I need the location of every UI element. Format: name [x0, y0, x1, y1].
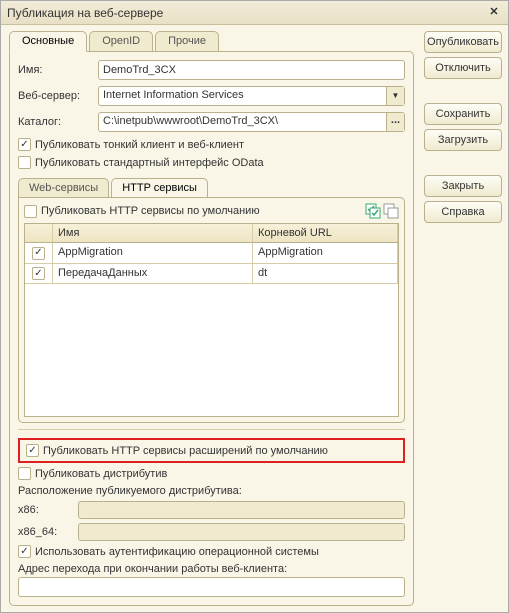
label-os-auth: Использовать аутентификацию операционной…	[35, 546, 319, 558]
label-addr: Адрес перехода при окончании работы веб-…	[18, 563, 405, 575]
cell-root: dt	[253, 264, 398, 284]
sub-tab-http[interactable]: HTTP сервисы	[111, 178, 208, 198]
left-panel: Основные OpenID Прочие Имя: Веб-сервер: …	[1, 25, 422, 612]
label-x86-64: x86_64:	[18, 526, 74, 538]
chevron-down-icon[interactable]: ▼	[386, 87, 404, 105]
label-dist-location: Расположение публикуемого дистрибутива:	[18, 485, 405, 497]
input-name[interactable]	[98, 60, 405, 80]
checkbox-http-ext-default[interactable]: ✓	[26, 444, 39, 457]
label-name: Имя:	[18, 64, 98, 76]
row-x86: x86:	[18, 501, 405, 519]
disable-button[interactable]: Отключить	[424, 57, 502, 79]
row-checkbox[interactable]: ✓	[32, 247, 45, 260]
label-distrib: Публиковать дистрибутив	[35, 468, 167, 480]
row-os-auth: ✓ Использовать аутентификацию операционн…	[18, 545, 405, 558]
close-button[interactable]: Закрыть	[424, 175, 502, 197]
checkbox-thin-client[interactable]: ✓	[18, 138, 31, 151]
load-button[interactable]: Загрузить	[424, 129, 502, 151]
row-name: Имя:	[18, 60, 405, 80]
cell-name: AppMigration	[53, 243, 253, 263]
cell-name: ПередачаДанных	[53, 264, 253, 284]
publish-button[interactable]: Опубликовать	[424, 31, 502, 53]
row-webserver: Веб-сервер: Internet Information Service…	[18, 86, 405, 106]
row-odata: Публиковать стандартный интерфейс OData	[18, 156, 405, 169]
checkbox-http-default[interactable]	[24, 205, 37, 218]
label-catalog: Каталог:	[18, 116, 98, 128]
check-all-icon[interactable]	[365, 203, 381, 219]
tab-other[interactable]: Прочие	[155, 31, 219, 51]
checkbox-odata[interactable]	[18, 156, 31, 169]
window-title: Публикация на веб-сервере	[7, 6, 486, 20]
browse-icon[interactable]: ...	[386, 113, 404, 131]
label-thin-client: Публиковать тонкий клиент и веб-клиент	[35, 139, 244, 151]
cell-root: AppMigration	[253, 243, 398, 263]
sub-panel-http: Публиковать HTTP сервисы по умолчанию Им…	[18, 197, 405, 423]
input-catalog[interactable]: C:\inetpub\wwwroot\DemoTrd_3CX\ ...	[98, 112, 405, 132]
table-body: ✓ AppMigration AppMigration ✓ ПередачаДа…	[25, 243, 398, 416]
label-http-default: Публиковать HTTP сервисы по умолчанию	[41, 205, 260, 217]
row-checkbox[interactable]: ✓	[32, 267, 45, 280]
table-row[interactable]: ✓ AppMigration AppMigration	[25, 243, 398, 264]
label-odata: Публиковать стандартный интерфейс OData	[35, 157, 264, 169]
th-check	[25, 224, 53, 242]
tab-main[interactable]: Основные	[9, 31, 87, 52]
checkbox-os-auth[interactable]: ✓	[18, 545, 31, 558]
row-catalog: Каталог: C:\inetpub\wwwroot\DemoTrd_3CX\…	[18, 112, 405, 132]
table-row[interactable]: ✓ ПередачаДанных dt	[25, 264, 398, 285]
label-http-ext-default: Публиковать HTTP сервисы расширений по у…	[43, 445, 328, 457]
checkbox-distrib[interactable]	[18, 467, 31, 480]
close-icon[interactable]: ✕	[486, 5, 502, 21]
tab-openid[interactable]: OpenID	[89, 31, 153, 51]
main-area: Основные OpenID Прочие Имя: Веб-сервер: …	[1, 25, 508, 612]
sub-tabs: Web-сервисы HTTP сервисы	[18, 178, 405, 197]
row-thin-client: ✓ Публиковать тонкий клиент и веб-клиент	[18, 138, 405, 151]
title-bar: Публикация на веб-сервере ✕	[1, 1, 508, 25]
input-catalog-value: C:\inetpub\wwwroot\DemoTrd_3CX\	[99, 113, 386, 131]
input-x86[interactable]	[78, 501, 405, 519]
http-toolbar: Публиковать HTTP сервисы по умолчанию	[24, 203, 399, 219]
highlight-ext-http: ✓ Публиковать HTTP сервисы расширений по…	[18, 438, 405, 463]
row-x86-64: x86_64:	[18, 523, 405, 541]
uncheck-all-icon[interactable]	[383, 203, 399, 219]
row-distrib: Публиковать дистрибутив	[18, 467, 405, 480]
sub-tab-ws[interactable]: Web-сервисы	[18, 178, 109, 197]
combo-webserver[interactable]: Internet Information Services ▼	[98, 86, 405, 106]
label-webserver: Веб-сервер:	[18, 90, 98, 102]
help-button[interactable]: Справка	[424, 201, 502, 223]
input-addr[interactable]	[18, 577, 405, 597]
table-header: Имя Корневой URL	[25, 224, 398, 243]
label-x86: x86:	[18, 504, 74, 516]
main-tabs: Основные OpenID Прочие	[9, 31, 414, 51]
input-x86-64[interactable]	[78, 523, 405, 541]
save-button[interactable]: Сохранить	[424, 103, 502, 125]
http-services-table: Имя Корневой URL ✓ AppMigration AppMigra…	[24, 223, 399, 417]
th-name: Имя	[53, 224, 253, 242]
combo-webserver-value: Internet Information Services	[99, 87, 386, 105]
th-root: Корневой URL	[253, 224, 398, 242]
tab-panel-main: Имя: Веб-сервер: Internet Information Se…	[9, 51, 414, 606]
right-buttons: Опубликовать Отключить Сохранить Загрузи…	[422, 25, 508, 612]
